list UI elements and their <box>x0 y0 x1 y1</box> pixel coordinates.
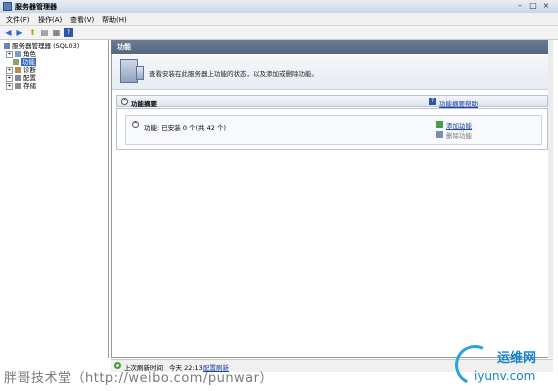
menu-view[interactable]: 查看(V) <box>70 15 94 25</box>
tree-item-roles[interactable]: + 角色 <box>6 50 36 58</box>
up-folder-icon[interactable]: ⬆ <box>28 28 37 37</box>
close-button[interactable]: × <box>541 1 551 11</box>
help-icon[interactable]: ? <box>64 28 73 37</box>
forward-arrow-icon[interactable]: ▶ <box>15 28 24 37</box>
show-hide-tree-icon[interactable]: ▤ <box>40 28 49 37</box>
tree-item-storage[interactable]: + 存储 <box>6 82 36 90</box>
minimize-button[interactable]: – <box>515 1 525 11</box>
summary-title: 功能摘要 <box>131 100 157 108</box>
toolbar: ◀ ▶ ⬆ ▤ ▦ ? <box>0 26 558 40</box>
logo-text-top: 运维网 <box>497 351 537 366</box>
features-icon <box>13 59 19 65</box>
content-header: 功能 <box>111 40 553 54</box>
properties-icon[interactable]: ▦ <box>52 28 61 37</box>
expand-icon[interactable]: + <box>6 66 13 74</box>
help-icon: ? <box>429 98 436 105</box>
server-small-icon <box>136 66 144 80</box>
hand-cursor-icon: ☝ <box>459 125 465 135</box>
tree-root-label: 服务器管理器 (SQL03) <box>12 42 80 50</box>
tree-item-configuration[interactable]: + 配置 <box>6 74 36 82</box>
tree-item-diagnostics[interactable]: + 诊断 <box>6 66 36 74</box>
tree-item-label: 存储 <box>23 82 36 90</box>
server-icon <box>4 43 10 49</box>
configuration-icon <box>15 75 21 81</box>
expand-icon[interactable]: + <box>6 50 13 58</box>
server-manager-icon <box>3 2 12 11</box>
storage-icon <box>15 83 21 89</box>
expand-icon[interactable]: + <box>6 82 13 90</box>
title-bar: 服务器管理器 – □ × <box>0 0 558 14</box>
window-title: 服务器管理器 <box>15 3 57 11</box>
tree-item-features[interactable]: 功能 <box>13 58 36 66</box>
features-summary-header[interactable]: ^ 功能摘要 ? 功能摘要帮助 <box>116 95 548 108</box>
collapse-icon[interactable]: ^ <box>121 98 128 105</box>
menu-file[interactable]: 文件(F) <box>6 15 30 25</box>
menu-action[interactable]: 操作(A) <box>38 15 62 25</box>
expand-icon[interactable]: + <box>6 74 13 82</box>
tree-item-label: 配置 <box>23 74 36 82</box>
features-inner-box: ^ 功能: 已安装 0 个(共 42 个) 添加功能 删除功能 ☝ <box>125 115 542 145</box>
vertical-scrollbar[interactable] <box>548 40 553 358</box>
tree-root[interactable]: 服务器管理器 (SQL03) <box>4 42 79 50</box>
tree-item-label: 角色 <box>23 50 36 58</box>
roles-icon <box>15 51 21 57</box>
logo-text-bottom: iyunv.com <box>474 369 536 383</box>
menu-help[interactable]: 帮助(H) <box>102 15 127 25</box>
tree-item-label: 功能 <box>21 58 36 66</box>
features-installed-text: 功能: 已安装 0 个(共 42 个) <box>144 124 226 132</box>
summary-help-link[interactable]: 功能摘要帮助 <box>439 98 478 108</box>
maximize-button[interactable]: □ <box>528 1 538 11</box>
watermark-text: 胖哥技术堂（http://weibo.com/punwar） <box>4 371 273 386</box>
navigation-tree: 服务器管理器 (SQL03) + 角色 功能 + 诊断 + 配置 + 存储 <box>2 40 109 358</box>
back-arrow-icon[interactable]: ◀ <box>4 28 13 37</box>
menu-bar: 文件(F) 操作(A) 查看(V) 帮助(H) <box>0 13 558 26</box>
intro-text: 查看安装在此服务器上功能的状态，以及添加或删除功能。 <box>149 70 318 78</box>
add-features-icon <box>436 121 443 128</box>
collapse-icon[interactable]: ^ <box>132 121 139 128</box>
intro-section: 查看安装在此服务器上功能的状态，以及添加或删除功能。 <box>112 55 552 90</box>
tree-item-label: 诊断 <box>23 66 36 74</box>
remove-features-icon <box>436 131 443 138</box>
features-section: ^ 功能: 已安装 0 个(共 42 个) 添加功能 删除功能 ☝ <box>116 108 548 150</box>
diagnostics-icon <box>15 67 21 73</box>
